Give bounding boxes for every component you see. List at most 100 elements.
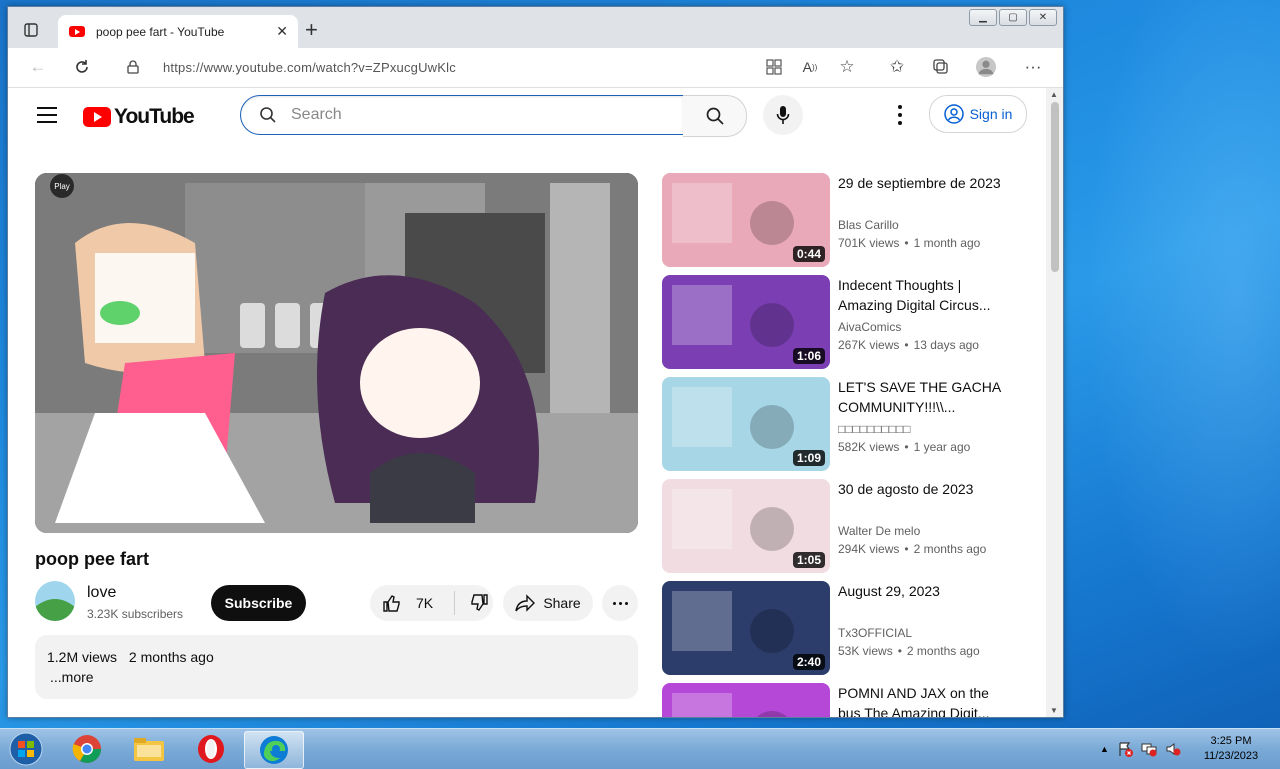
- account-icon: [943, 104, 964, 124]
- description-box[interactable]: 1.2M views 2 months ago ...more: [35, 635, 638, 699]
- recommendation-views: 267K views: [838, 338, 900, 352]
- show-hidden-icons-icon[interactable]: ▲: [1100, 744, 1109, 754]
- recommendation-stats: 53K views2 months ago: [838, 644, 980, 658]
- view-count: 1.2M views: [47, 649, 118, 665]
- sign-in-button[interactable]: Sign in: [929, 95, 1027, 133]
- start-button[interactable]: [7, 731, 45, 767]
- maximize-button[interactable]: ▢: [999, 9, 1027, 26]
- recommendation-item[interactable]: 2:40 August 29, 2023 Tx3OFFICIAL 53K views2…: [662, 581, 1032, 675]
- like-button[interactable]: 7K: [370, 593, 452, 613]
- favorites-icon[interactable]: ✩: [887, 57, 907, 77]
- edge-icon: [260, 736, 288, 764]
- video-player[interactable]: Play: [35, 173, 638, 533]
- settings-kebab-icon[interactable]: [891, 105, 909, 125]
- voice-search-button[interactable]: [763, 95, 803, 135]
- chrome-icon: [72, 735, 101, 763]
- channel-name[interactable]: love: [87, 584, 116, 602]
- page-scrollbar[interactable]: ▲ ▼: [1046, 88, 1063, 717]
- recommendation-item[interactable]: 0:44 29 de septiembre de 2023 Blas Carillo…: [662, 173, 1032, 267]
- recommendation-channel[interactable]: AivaComics: [838, 320, 901, 334]
- youtube-logo-icon: [83, 107, 111, 127]
- youtube-favicon-icon: [69, 26, 85, 37]
- search-button[interactable]: [683, 95, 747, 137]
- recommendation-item[interactable]: 1:09 LET'S SAVE THE GACHA COMMUNITY!!!\\.…: [662, 377, 1032, 471]
- desktop-background: [1060, 0, 1280, 728]
- taskbar-opera[interactable]: [182, 731, 240, 767]
- refresh-icon[interactable]: [72, 57, 92, 77]
- search-input[interactable]: [289, 105, 653, 125]
- description-more-link[interactable]: ...more: [50, 669, 94, 685]
- recommendation-item[interactable]: POMNI AND JAX on the bus The Amazing Dig…: [662, 683, 1032, 717]
- scroll-up-icon[interactable]: ▲: [1050, 90, 1058, 99]
- recommendation-stats: 701K views1 month ago: [838, 236, 980, 250]
- lock-icon[interactable]: [127, 60, 141, 74]
- apps-icon[interactable]: [764, 57, 784, 77]
- recommendation-channel[interactable]: Tx3OFFICIAL: [838, 626, 912, 640]
- recommendation-thumbnail[interactable]: 1:09: [662, 377, 830, 471]
- recommendation-title[interactable]: August 29, 2023: [838, 581, 1013, 601]
- action-center-flag-icon[interactable]: [1117, 741, 1133, 757]
- scrollbar-thumb[interactable]: [1051, 102, 1059, 272]
- address-bar[interactable]: https://www.youtube.com/watch?v=ZPxucgUw…: [111, 52, 863, 82]
- recommendation-stats: 267K views13 days ago: [838, 338, 979, 352]
- recommendation-stats: 582K views1 year ago: [838, 440, 970, 454]
- video-frame: Play: [35, 173, 638, 533]
- share-icon: [515, 594, 536, 612]
- sign-in-label: Sign in: [969, 106, 1013, 122]
- tab-actions-icon[interactable]: [22, 21, 40, 39]
- windows-start-icon: [9, 732, 43, 766]
- profile-avatar-icon[interactable]: [976, 57, 996, 77]
- menu-icon[interactable]: [37, 107, 57, 123]
- new-tab-icon[interactable]: +: [305, 19, 318, 41]
- video-duration: 2:40: [792, 654, 825, 670]
- system-clock[interactable]: 3:25 PM 11/23/2023: [1196, 734, 1266, 764]
- search-icon: [260, 107, 276, 123]
- subscriber-count: 3.23K subscribers: [87, 607, 184, 621]
- recommendation-title[interactable]: Indecent Thoughts | Amazing Digital Circ…: [838, 275, 1013, 315]
- recommendation-title[interactable]: POMNI AND JAX on the bus The Amazing Dig…: [838, 683, 1013, 717]
- channel-avatar[interactable]: [35, 581, 75, 621]
- scroll-down-icon[interactable]: ▼: [1050, 706, 1058, 715]
- search-button-icon: [706, 107, 724, 125]
- youtube-logo-text: YouTube: [114, 105, 195, 128]
- network-icon[interactable]: [1141, 741, 1157, 757]
- add-favorite-icon[interactable]: ☆: [837, 57, 857, 77]
- taskbar: ▲ 3:25 PM 11/23/2023: [0, 728, 1280, 769]
- recommendation-channel[interactable]: Walter De melo: [838, 524, 920, 538]
- close-window-button[interactable]: ✕: [1029, 9, 1057, 26]
- dislike-button[interactable]: [455, 593, 489, 613]
- tab-close-icon[interactable]: ✕: [276, 23, 288, 40]
- read-aloud-icon[interactable]: A)): [800, 57, 820, 77]
- youtube-logo[interactable]: YouTube: [83, 105, 195, 129]
- recommendation-views: 53K views: [838, 644, 893, 658]
- recommendation-thumbnail[interactable]: 1:05: [662, 479, 830, 573]
- recommendation-thumbnail[interactable]: [662, 683, 830, 717]
- minimize-button[interactable]: ▁: [969, 9, 997, 26]
- recommendation-channel[interactable]: □□□□□□□□□□: [838, 422, 910, 436]
- video-duration: 0:44: [792, 246, 825, 262]
- recommendation-title[interactable]: 29 de septiembre de 2023: [838, 173, 1013, 193]
- volume-icon[interactable]: [1165, 741, 1181, 757]
- taskbar-chrome[interactable]: [58, 731, 116, 767]
- recommendation-thumbnail[interactable]: 0:44: [662, 173, 830, 267]
- recommendation-channel[interactable]: Blas Carillo: [838, 218, 899, 232]
- subscribe-button[interactable]: Subscribe: [211, 585, 306, 621]
- back-icon[interactable]: ←: [28, 57, 48, 77]
- collections-icon[interactable]: [931, 57, 951, 77]
- recommendation-title[interactable]: 30 de agosto de 2023: [838, 479, 1013, 499]
- recommendation-item[interactable]: 1:06 Indecent Thoughts | Amazing Digital …: [662, 275, 1032, 369]
- taskbar-file-explorer[interactable]: [120, 731, 178, 767]
- more-actions-button[interactable]: [602, 585, 638, 621]
- recommendation-thumbnail[interactable]: 2:40: [662, 581, 830, 675]
- recommendation-title[interactable]: LET'S SAVE THE GACHA COMMUNITY!!!\\...: [838, 377, 1013, 417]
- recommendation-item[interactable]: 1:05 30 de agosto de 2023 Walter De melo 29…: [662, 479, 1032, 573]
- search-box: [240, 95, 684, 135]
- clock-time: 3:25 PM: [1210, 735, 1252, 747]
- settings-more-icon[interactable]: ···: [1023, 57, 1043, 77]
- recommendation-thumbnail[interactable]: 1:06: [662, 275, 830, 369]
- upload-date: 2 months ago: [128, 649, 214, 665]
- share-button[interactable]: Share: [503, 585, 593, 621]
- tab-youtube[interactable]: poop pee fart - YouTube ✕: [58, 15, 298, 48]
- taskbar-edge[interactable]: [244, 731, 304, 769]
- recommendation-age: 1 year ago: [899, 440, 970, 454]
